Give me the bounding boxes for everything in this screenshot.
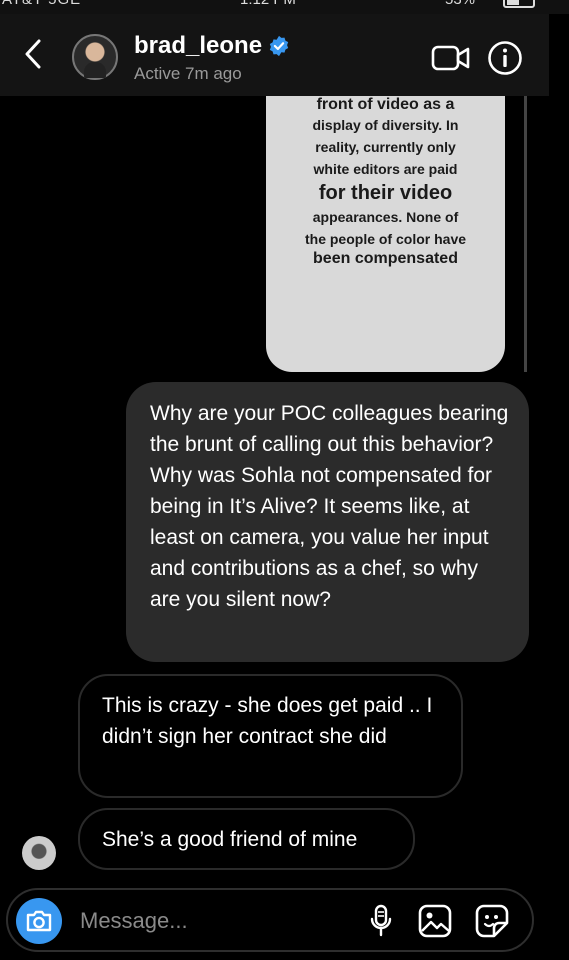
- avatar[interactable]: [72, 34, 118, 80]
- story-line: for their video: [318, 182, 453, 204]
- message-bubble-sent[interactable]: Why are your POC colleagues bearing the …: [126, 382, 529, 662]
- sticker-icon[interactable]: [475, 904, 509, 938]
- carrier-label: AT&T 5GE: [2, 0, 81, 8]
- status-time: 1:12 PM: [240, 0, 296, 8]
- message-input[interactable]: [78, 904, 342, 938]
- info-icon[interactable]: [487, 40, 523, 76]
- gallery-icon[interactable]: [418, 904, 452, 938]
- status-bar: AT&T 5GE 1:12 PM 53%: [0, 0, 569, 14]
- video-call-icon[interactable]: [431, 42, 471, 74]
- message-composer: [6, 888, 534, 952]
- shared-story-card[interactable]: front of video as a display of diversity…: [266, 96, 505, 372]
- message-bubble-received[interactable]: This is crazy - she does get paid .. I d…: [78, 674, 463, 798]
- story-line: white editors are paid: [313, 161, 458, 177]
- story-line: reality, currently only: [315, 139, 456, 155]
- camera-button[interactable]: [16, 898, 62, 944]
- story-line: appearances. None of: [312, 209, 459, 225]
- verified-badge-icon: [269, 35, 289, 57]
- username-row[interactable]: brad_leone: [134, 32, 290, 60]
- story-scroll-indicator: [524, 96, 527, 372]
- chat-header: brad_leone Active 7m ago: [0, 14, 549, 96]
- battery-icon: [503, 0, 535, 8]
- story-line: display of diversity. In: [312, 117, 459, 133]
- story-line: been compensated: [313, 250, 458, 267]
- microphone-icon[interactable]: [366, 904, 396, 938]
- camera-icon: [26, 910, 52, 932]
- story-line: front of video as a: [316, 96, 455, 113]
- story-line: the people of color have: [304, 231, 467, 247]
- active-status: Active 7m ago: [134, 64, 242, 83]
- story-text: front of video as a display of diversity…: [266, 96, 505, 268]
- battery-percent: 53%: [445, 0, 475, 8]
- back-button[interactable]: [18, 36, 48, 72]
- message-bubble-received[interactable]: She’s a good friend of mine: [78, 808, 415, 870]
- username[interactable]: brad_leone: [134, 32, 262, 60]
- back-chevron-icon: [25, 39, 41, 69]
- sender-avatar: [22, 836, 56, 870]
